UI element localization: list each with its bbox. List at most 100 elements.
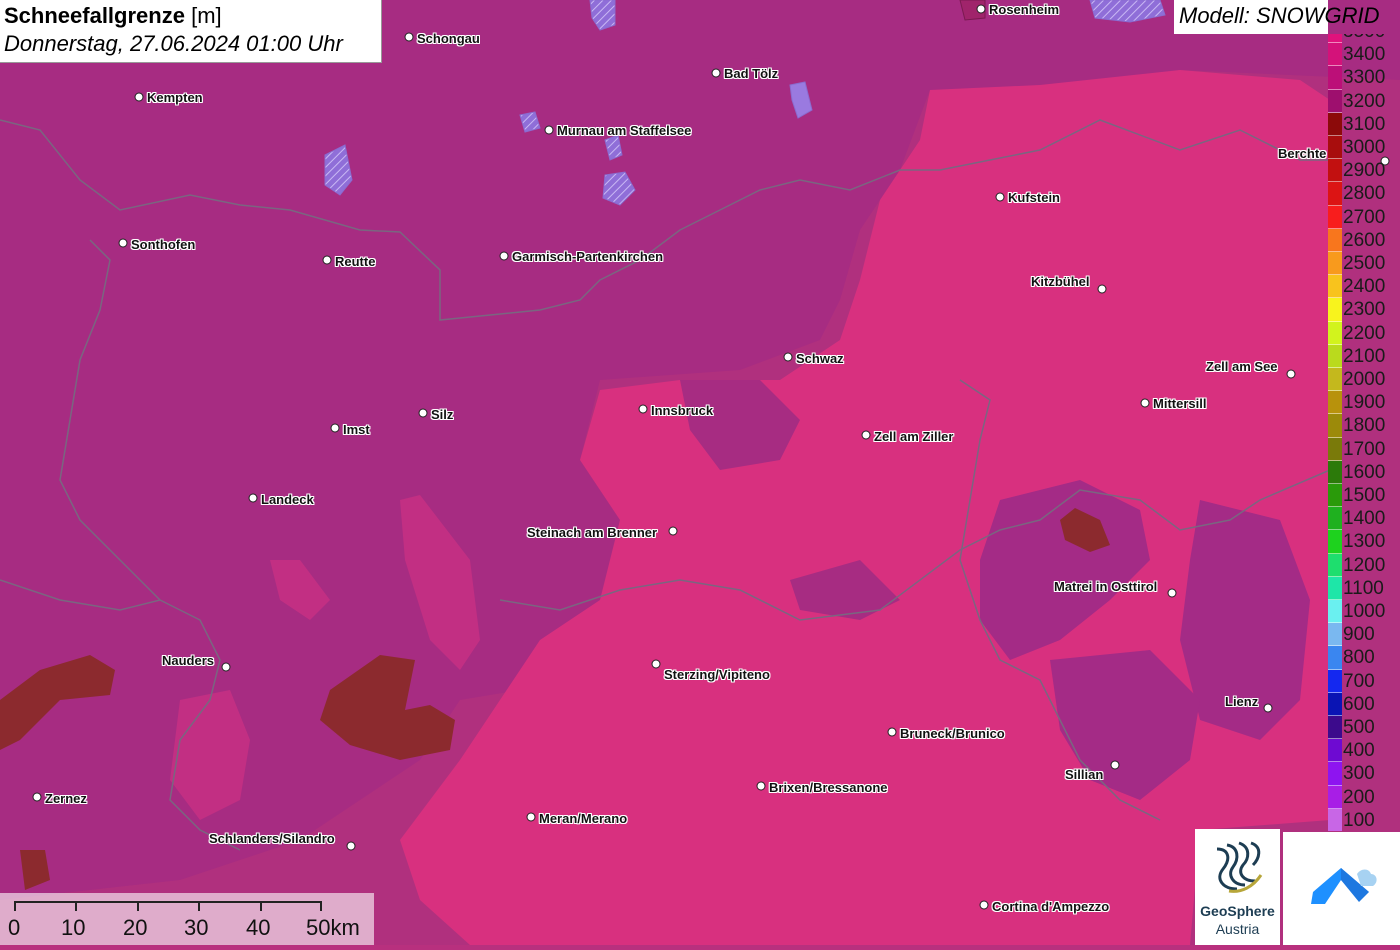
legend-label: 2200 (1343, 322, 1386, 344)
city-marker-dot[interactable] (404, 32, 414, 42)
scale-label: 40 (246, 915, 271, 940)
city-marker-dot[interactable] (861, 430, 871, 440)
legend-item: 1400 (1328, 507, 1400, 531)
city-label: Murnau am Staffelsee (557, 123, 692, 138)
legend-label: 1000 (1343, 601, 1386, 622)
scale-tick (320, 901, 322, 911)
legend-item: 1500 (1328, 484, 1400, 508)
city-marker-dot[interactable] (1097, 284, 1107, 294)
scale-tick (260, 901, 262, 911)
city-marker-dot[interactable] (330, 423, 340, 433)
city-marker-dot[interactable] (526, 812, 536, 822)
scale-label: 0 (8, 915, 21, 940)
city-label: Innsbruck (651, 403, 714, 418)
city-marker-dot[interactable] (979, 900, 989, 910)
city-marker-dot[interactable] (1286, 369, 1296, 379)
city-marker-dot[interactable] (499, 251, 509, 261)
legend-label: 700 (1343, 670, 1375, 692)
city-marker-dot[interactable] (221, 662, 231, 672)
legend-item: 2800 (1328, 182, 1400, 206)
legend-label: 3000 (1343, 137, 1386, 158)
city-marker-dot[interactable] (346, 841, 356, 851)
legend-label: 200 (1343, 786, 1375, 808)
city-marker-dot[interactable] (756, 781, 766, 791)
legend-label: 1100 (1343, 577, 1384, 599)
city-label: Lienz (1225, 694, 1259, 709)
legend-item: 900 (1328, 623, 1400, 647)
city-label: Cortina d'Ampezzo (992, 899, 1110, 914)
city-marker-dot[interactable] (1167, 588, 1177, 598)
legend-swatch (1328, 646, 1342, 670)
legend-item: 1700 (1328, 437, 1400, 461)
legend-swatch (1328, 669, 1342, 693)
city-marker-dot[interactable] (32, 792, 42, 802)
legend-label: 3500 (1343, 34, 1385, 42)
city-label: Garmisch-Partenkirchen (512, 249, 664, 264)
city-label: Kitzbühel (1031, 274, 1090, 289)
city-marker-dot[interactable] (976, 4, 986, 14)
legend-swatch (1328, 112, 1342, 136)
legend-swatch (1328, 43, 1342, 67)
legend-item: 3500 (1328, 34, 1400, 44)
city-label: Brixen/Bressanone (769, 780, 888, 795)
city-marker-dot[interactable] (887, 727, 897, 737)
scale-bar-line (14, 901, 322, 903)
legend-swatch (1328, 89, 1342, 113)
city-marker-dot[interactable] (118, 238, 128, 248)
city-label: Zell am See (1206, 359, 1278, 374)
city-label: Zell am Ziller (874, 429, 954, 444)
city-marker-dot[interactable] (322, 255, 332, 265)
legend-swatch (1328, 182, 1342, 206)
legend-swatch (1328, 368, 1342, 392)
legend-item: 2300 (1328, 298, 1400, 322)
legend-item: 1800 (1328, 414, 1400, 438)
legend-label: 1900 (1343, 392, 1386, 414)
legend-label: 600 (1343, 693, 1375, 715)
city-marker-dot[interactable] (783, 352, 793, 362)
city-marker-dot[interactable] (1263, 703, 1273, 713)
city-label: Schwaz (796, 351, 844, 366)
legend-swatch (1328, 437, 1342, 461)
legend-item: 2900 (1328, 159, 1400, 183)
legend-label: 300 (1343, 763, 1375, 785)
legend-swatch (1328, 344, 1342, 368)
legend-item: 3100 (1328, 112, 1400, 136)
geosphere-logo: GeoSphere Austria (1195, 829, 1280, 945)
legend-item: 2200 (1328, 321, 1400, 345)
legend-swatch (1328, 808, 1342, 831)
legend-label: 2000 (1343, 369, 1386, 390)
legend-swatch (1328, 252, 1342, 276)
legend-item: 200 (1328, 785, 1400, 809)
snowfall-limit-map[interactable] (0, 0, 1400, 945)
legend-swatch (1328, 507, 1342, 531)
legend-swatch (1328, 391, 1342, 415)
legend-item: 2500 (1328, 252, 1400, 276)
scale-label: 20 (123, 915, 148, 940)
legend-label: 1200 (1343, 554, 1386, 576)
legend-label: 400 (1343, 740, 1375, 762)
city-marker-dot[interactable] (1140, 398, 1150, 408)
city-label: Kufstein (1008, 190, 1060, 205)
legend-swatch (1328, 228, 1342, 252)
city-marker-dot[interactable] (668, 526, 678, 536)
legend-swatch (1328, 576, 1342, 600)
city-marker-dot[interactable] (1110, 760, 1120, 770)
city-label: Nauders (162, 653, 215, 668)
city-marker-dot[interactable] (248, 493, 258, 503)
legend-item: 300 (1328, 762, 1400, 786)
city-marker-dot[interactable] (995, 192, 1005, 202)
city-marker-dot[interactable] (711, 68, 721, 78)
city-label: Schlanders/Silandro (209, 831, 335, 846)
legend-swatch (1328, 716, 1342, 740)
legend-swatch (1328, 484, 1342, 508)
city-marker-dot[interactable] (418, 408, 428, 418)
city-label: Steinach am Brenner (527, 525, 658, 540)
city-marker-dot[interactable] (651, 659, 661, 669)
city-marker-dot[interactable] (638, 404, 648, 414)
title-box: Schneefallgrenze [m] Donnerstag, 27.06.2… (0, 0, 382, 63)
legend-item: 400 (1328, 739, 1400, 763)
city-marker-dot[interactable] (134, 92, 144, 102)
legend-label: 500 (1343, 717, 1375, 738)
legend-item: 2600 (1328, 228, 1400, 252)
city-marker-dot[interactable] (544, 125, 554, 135)
